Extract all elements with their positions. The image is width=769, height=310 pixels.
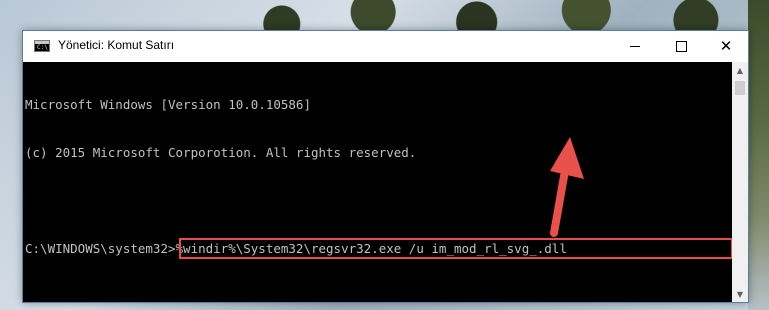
close-button[interactable]: ✕ <box>703 31 749 62</box>
scroll-up-icon[interactable]: ▲ <box>732 62 748 78</box>
prompt: C:\WINDOWS\system32> <box>25 241 176 256</box>
window-title: Yönetici: Komut Satırı <box>58 38 175 52</box>
console-line: (c) 2015 Microsoft Corporotion. All righ… <box>25 145 417 160</box>
annotation-arrow-icon <box>550 137 584 237</box>
close-icon: ✕ <box>719 37 733 55</box>
scroll-down-icon[interactable]: ▼ <box>732 286 748 302</box>
maximize-icon <box>675 41 687 52</box>
minimize-button[interactable] <box>612 31 658 62</box>
command-highlight-box <box>179 238 733 259</box>
background-tree-trunk <box>748 0 769 310</box>
command-prompt-window: C:\ Yönetici: Komut Satırı ✕ Microsoft W… <box>22 30 749 303</box>
cmd-icon: C:\ <box>34 40 50 52</box>
maximize-button[interactable] <box>658 31 704 62</box>
command-line[interactable]: C:\WINDOWS\system32>%windir%\System32\re… <box>25 238 733 259</box>
title-bar[interactable]: C:\ Yönetici: Komut Satırı ✕ <box>23 31 748 62</box>
scroll-thumb[interactable] <box>735 81 745 95</box>
minimize-icon <box>630 46 640 47</box>
console-output[interactable]: Microsoft Windows [Version 10.0.10586] (… <box>23 62 733 302</box>
vertical-scrollbar[interactable]: ▲ ▼ <box>732 62 748 302</box>
console-line: Microsoft Windows [Version 10.0.10586] <box>25 97 311 112</box>
